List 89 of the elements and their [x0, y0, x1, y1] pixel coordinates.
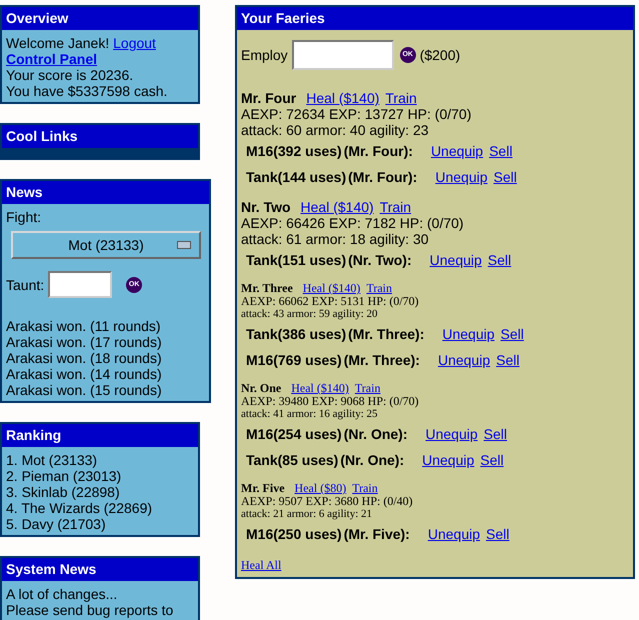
equipment-item: Tank(151 uses) [246, 252, 346, 268]
news-text: A lot of changes... [6, 586, 118, 602]
fight-result: Arakasi won. (14 rounds) [6, 366, 163, 382]
equipment-owner: (Nr. One): [340, 452, 404, 468]
faerie-attributes: attack: 60 armor: 40 agility: 23 [241, 122, 430, 138]
panel-title: News [2, 181, 209, 204]
equipment-owner: (Mr. Five): [344, 526, 410, 542]
train-link[interactable]: Train [380, 199, 412, 215]
employ-cost: ($200) [420, 47, 460, 63]
equipment-item: M16(392 uses) [246, 143, 342, 159]
heal-link[interactable]: Heal ($140) [302, 282, 360, 295]
unequip-link[interactable]: Unequip [438, 352, 490, 368]
control-panel-link[interactable]: Control Panel [6, 51, 98, 67]
unequip-link[interactable]: Unequip [442, 326, 495, 342]
faerie-stats: AEXP: 72634 EXP: 13727 HP: (0/70) [241, 106, 472, 122]
employ-label: Employ [241, 47, 288, 63]
sell-link[interactable]: Sell [484, 426, 508, 442]
equipment-item: Tank(144 uses) [246, 169, 346, 185]
equipment-item: M16(254 uses) [246, 426, 342, 442]
sell-link[interactable]: Sell [496, 352, 520, 368]
opponent-dropdown[interactable]: Mot (23133) [11, 231, 201, 259]
faerie-stats: AEXP: 9507 EXP: 3680 HP: (0/40) [241, 495, 414, 508]
ranking-item: 2. Pieman (23013) [6, 468, 122, 484]
faerie-attributes: attack: 41 armor: 16 agility: 25 [241, 408, 379, 421]
fight-label: Fight: [6, 209, 42, 225]
panel-title: Overview [2, 7, 198, 30]
fight-result: Arakasi won. (15 rounds) [6, 382, 163, 398]
heal-link[interactable]: Heal ($140) [291, 382, 349, 395]
train-link[interactable]: Train [352, 482, 378, 495]
faerie-name: Mr. Three [241, 282, 293, 295]
score-text: Your score is 20236. [6, 67, 134, 83]
fight-result: Arakasi won. (17 rounds) [6, 334, 163, 350]
equipment-owner: (Mr. Three): [348, 326, 424, 342]
news-text: Please send bug reports to [6, 602, 174, 618]
equipment-owner: (Mr. Four): [348, 169, 418, 185]
panel-title: Ranking [2, 424, 198, 447]
sell-link[interactable]: Sell [489, 143, 512, 159]
unequip-link[interactable]: Unequip [428, 526, 480, 542]
sell-link[interactable]: Sell [480, 452, 504, 468]
sell-link[interactable]: Sell [488, 252, 512, 268]
faerie-name: Nr. Two [241, 199, 291, 215]
equipment-owner: (Nr. One): [344, 426, 408, 442]
train-link[interactable]: Train [354, 382, 380, 395]
taunt-field[interactable] [48, 271, 112, 298]
sell-link[interactable]: Sell [486, 526, 510, 542]
equipment-owner: (Mr. Four): [344, 143, 413, 159]
unequip-link[interactable]: Unequip [426, 426, 478, 442]
cash-text: You have $5337598 cash. [6, 83, 168, 99]
faerie-name: Mr. Five [241, 482, 285, 495]
equipment-item: Tank(386 uses) [246, 326, 346, 342]
logout-link[interactable]: Logout [113, 35, 156, 51]
faerie-stats: AEXP: 39480 EXP: 9068 HP: (0/70) [241, 395, 420, 408]
unequip-link[interactable]: Unequip [422, 452, 474, 468]
train-link[interactable]: Train [385, 90, 417, 106]
faerie-attributes: attack: 43 armor: 59 agility: 20 [241, 308, 379, 321]
equipment-item: M16(769 uses) [246, 352, 342, 368]
heal-link[interactable]: Heal ($80) [294, 482, 346, 495]
unequip-link[interactable]: Unequip [430, 252, 482, 268]
faerie-attributes: attack: 21 armor: 6 agility: 21 [241, 508, 374, 521]
ranking-item: 1. Mot (23133) [6, 452, 98, 468]
welcome-text: Welcome Janek! [6, 35, 110, 51]
fight-result: Arakasi won. (18 rounds) [6, 350, 163, 366]
heal-link[interactable]: Heal ($140) [300, 199, 374, 215]
equipment-owner: (Nr. Two): [348, 252, 412, 268]
unequip-link[interactable]: Unequip [430, 143, 484, 159]
sell-link[interactable]: Sell [494, 169, 517, 185]
unequip-link[interactable]: Unequip [435, 169, 488, 185]
faerie-stats: AEXP: 66426 EXP: 7182 HP: (0/70) [241, 215, 465, 231]
fight-result: Arakasi won. (11 rounds) [6, 318, 162, 334]
train-link[interactable]: Train [366, 282, 392, 295]
equipment-item: M16(250 uses) [246, 526, 342, 542]
ranking-item: 5. Davy (21703) [6, 516, 107, 532]
panel-title: Your Faeries [237, 7, 633, 30]
ranking-item: 4. The Wizards (22869) [6, 500, 154, 516]
faerie-stats: AEXP: 66062 EXP: 5131 HP: (0/70) [241, 295, 420, 308]
faerie-name: Nr. One [241, 382, 282, 395]
faerie-name: Mr. Four [241, 90, 296, 106]
equipment-item: Tank(85 uses) [246, 452, 338, 468]
ranking-item: 3. Skinlab (22898) [6, 484, 121, 500]
taunt-label: Taunt: [6, 276, 44, 292]
dropdown-icon [177, 241, 191, 249]
panel-title: System News [2, 558, 198, 581]
heal-all-link[interactable]: Heal All [241, 557, 282, 573]
sell-link[interactable]: Sell [500, 326, 524, 342]
faerie-attributes: attack: 61 armor: 18 agility: 30 [241, 231, 430, 247]
heal-link[interactable]: Heal ($140) [306, 90, 380, 106]
employ-field[interactable] [292, 40, 394, 70]
panel-title: Cool Links [2, 125, 198, 148]
equipment-owner: (Mr. Three): [344, 352, 420, 368]
